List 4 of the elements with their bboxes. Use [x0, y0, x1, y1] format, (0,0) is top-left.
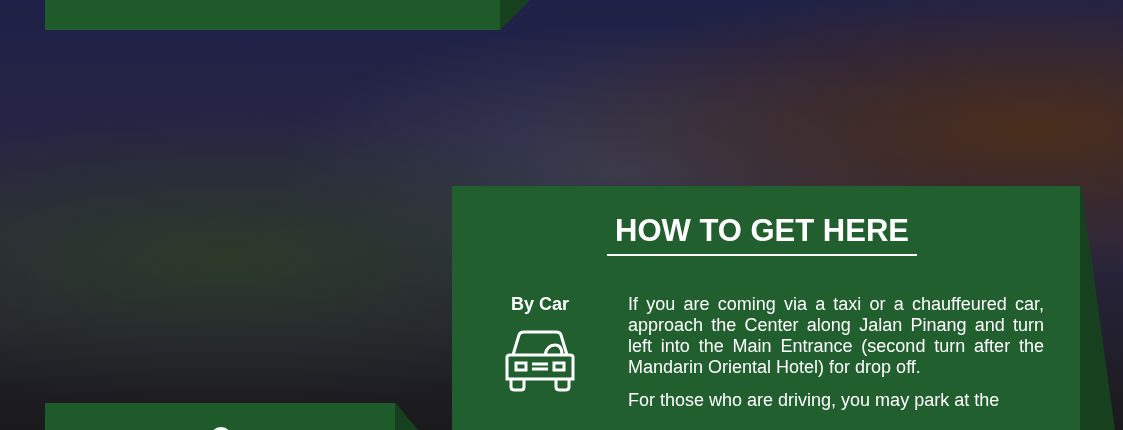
directions-paragraph: For those who are driving, you may park at the	[628, 390, 1001, 411]
section-heading: HOW TO GET HERE	[607, 212, 917, 256]
directions-paragraph: If you are coming via a taxi or a chauffeured car, approach the Center along Jalan Pinang and turn left into the Main Entrance (second turn after the Mandarin Oriental Hotel) for drop off.	[628, 294, 1044, 378]
transport-label: By Car	[511, 294, 569, 315]
